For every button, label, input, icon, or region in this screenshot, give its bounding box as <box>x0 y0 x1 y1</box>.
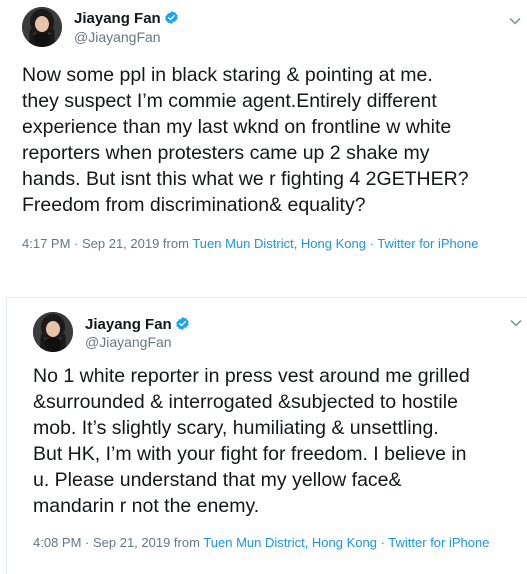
tweet-text-line: But HK, I’m with your fight for freedom.… <box>33 443 467 465</box>
tweet-text-line: &surrounded & interrogated &subjected to… <box>33 391 458 413</box>
tweet-text-line: mandarin r not the enemy. <box>33 495 260 517</box>
meta-separator: · <box>376 535 389 550</box>
avatar-image <box>22 7 62 47</box>
tweet-timestamp[interactable]: 4:17 PM · Sep 21, 2019 from <box>22 236 192 251</box>
source-link[interactable]: Twitter for iPhone <box>377 236 478 251</box>
tweet-text: Now some ppl in black staring & pointing… <box>22 62 469 218</box>
tweet-card: Jiayang Fan @JiayangFan Now some ppl in … <box>0 0 527 285</box>
tweet-text-line: reporters when protesters came up 2 shak… <box>22 142 430 164</box>
author-handle[interactable]: @JiayangFan <box>85 334 172 350</box>
tweet-text-line: Freedom from discrimination& equality? <box>22 194 366 216</box>
tweet-text-line: u. Please understand that my yellow face… <box>33 469 402 491</box>
tweet-text-line: No 1 white reporter in press vest around… <box>33 365 470 387</box>
avatar-image <box>33 312 73 352</box>
tweet-text-line: they suspect I’m commie agent.Entirely d… <box>22 90 437 112</box>
tweet-meta: 4:17 PM · Sep 21, 2019 from Tuen Mun Dis… <box>22 234 502 253</box>
avatar[interactable] <box>22 7 62 47</box>
author-name[interactable]: Jiayang Fan <box>85 316 190 333</box>
chevron-down-icon[interactable] <box>509 14 521 28</box>
verified-badge-icon <box>164 10 178 25</box>
tweet-text-line: mob. It’s slightly scary, humiliating & … <box>33 417 439 439</box>
author-handle[interactable]: @JiayangFan <box>74 29 161 45</box>
tweet-text-line: Now some ppl in black staring & pointing… <box>22 64 433 86</box>
tweet-card: Jiayang Fan @JiayangFan No 1 white repor… <box>6 297 527 574</box>
tweet-text: No 1 white reporter in press vest around… <box>33 363 470 519</box>
tweet-text-line: hands. But isnt this what we r fighting … <box>22 168 469 190</box>
verified-badge-icon <box>175 316 189 331</box>
author-name[interactable]: Jiayang Fan <box>74 10 179 27</box>
tweet-timestamp[interactable]: 4:08 PM · Sep 21, 2019 from <box>33 535 203 550</box>
tweet-meta: 4:08 PM · Sep 21, 2019 from Tuen Mun Dis… <box>33 533 513 552</box>
location-link[interactable]: Tuen Mun District, Hong Kong <box>192 236 366 251</box>
tweet-text-line: experience than my last wknd on frontlin… <box>22 116 452 138</box>
chevron-down-icon[interactable] <box>510 316 522 330</box>
avatar[interactable] <box>33 312 73 352</box>
meta-separator: · <box>365 236 378 251</box>
location-link[interactable]: Tuen Mun District, Hong Kong <box>203 535 377 550</box>
source-link[interactable]: Twitter for iPhone <box>388 535 489 550</box>
